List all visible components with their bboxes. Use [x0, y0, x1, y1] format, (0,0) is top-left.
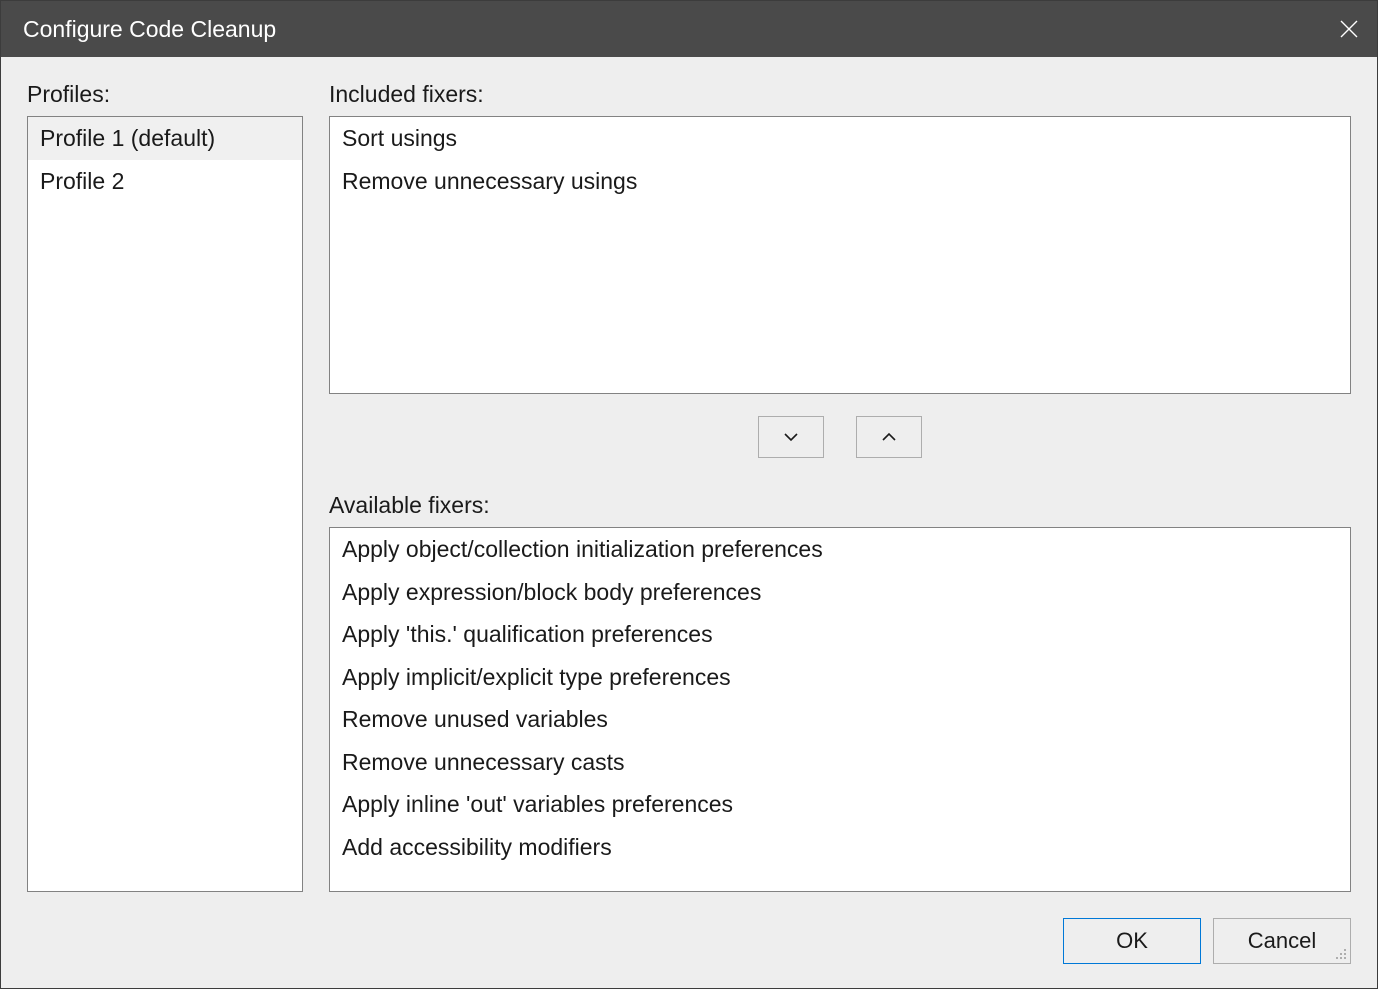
main-area: Profiles: Profile 1 (default) Profile 2 … [27, 81, 1351, 892]
close-button[interactable] [1321, 1, 1377, 57]
included-fixers-listbox[interactable]: Sort usings Remove unnecessary usings [329, 116, 1351, 394]
available-fixer-item[interactable]: Remove unused variables [330, 698, 1350, 741]
window-title: Configure Code Cleanup [23, 16, 276, 43]
move-down-button[interactable] [758, 416, 824, 458]
profile-item[interactable]: Profile 1 (default) [28, 117, 302, 160]
profile-item[interactable]: Profile 2 [28, 160, 302, 203]
move-buttons-row [329, 394, 1351, 480]
move-up-button[interactable] [856, 416, 922, 458]
available-fixer-item[interactable]: Remove unnecessary casts [330, 741, 1350, 784]
available-fixer-item[interactable]: Apply 'this.' qualification preferences [330, 613, 1350, 656]
chevron-down-icon [783, 432, 799, 442]
available-fixers-listbox[interactable]: Apply object/collection initialization p… [329, 527, 1351, 892]
available-fixer-item[interactable]: Apply implicit/explicit type preferences [330, 656, 1350, 699]
included-fixers-label: Included fixers: [329, 81, 1351, 108]
chevron-up-icon [881, 432, 897, 442]
available-fixer-item[interactable]: Apply object/collection initialization p… [330, 528, 1350, 571]
available-fixer-item[interactable]: Add accessibility modifiers [330, 826, 1350, 869]
fixers-column: Included fixers: Sort usings Remove unne… [329, 81, 1351, 892]
included-fixer-item[interactable]: Remove unnecessary usings [330, 160, 1350, 203]
dialog-footer: OK Cancel [27, 892, 1351, 964]
available-fixer-item[interactable]: Apply expression/block body preferences [330, 571, 1350, 614]
dialog-window: Configure Code Cleanup Profiles: Profile… [0, 0, 1378, 989]
profiles-label: Profiles: [27, 81, 303, 108]
profiles-column: Profiles: Profile 1 (default) Profile 2 [27, 81, 303, 892]
available-fixer-item[interactable]: Apply inline 'out' variables preferences [330, 783, 1350, 826]
dialog-content: Profiles: Profile 1 (default) Profile 2 … [1, 57, 1377, 988]
ok-button[interactable]: OK [1063, 918, 1201, 964]
included-fixer-item[interactable]: Sort usings [330, 117, 1350, 160]
available-fixers-label: Available fixers: [329, 492, 1351, 519]
resize-grip-icon[interactable] [1331, 944, 1349, 962]
titlebar: Configure Code Cleanup [1, 1, 1377, 57]
profiles-listbox[interactable]: Profile 1 (default) Profile 2 [27, 116, 303, 892]
close-icon [1339, 19, 1359, 39]
